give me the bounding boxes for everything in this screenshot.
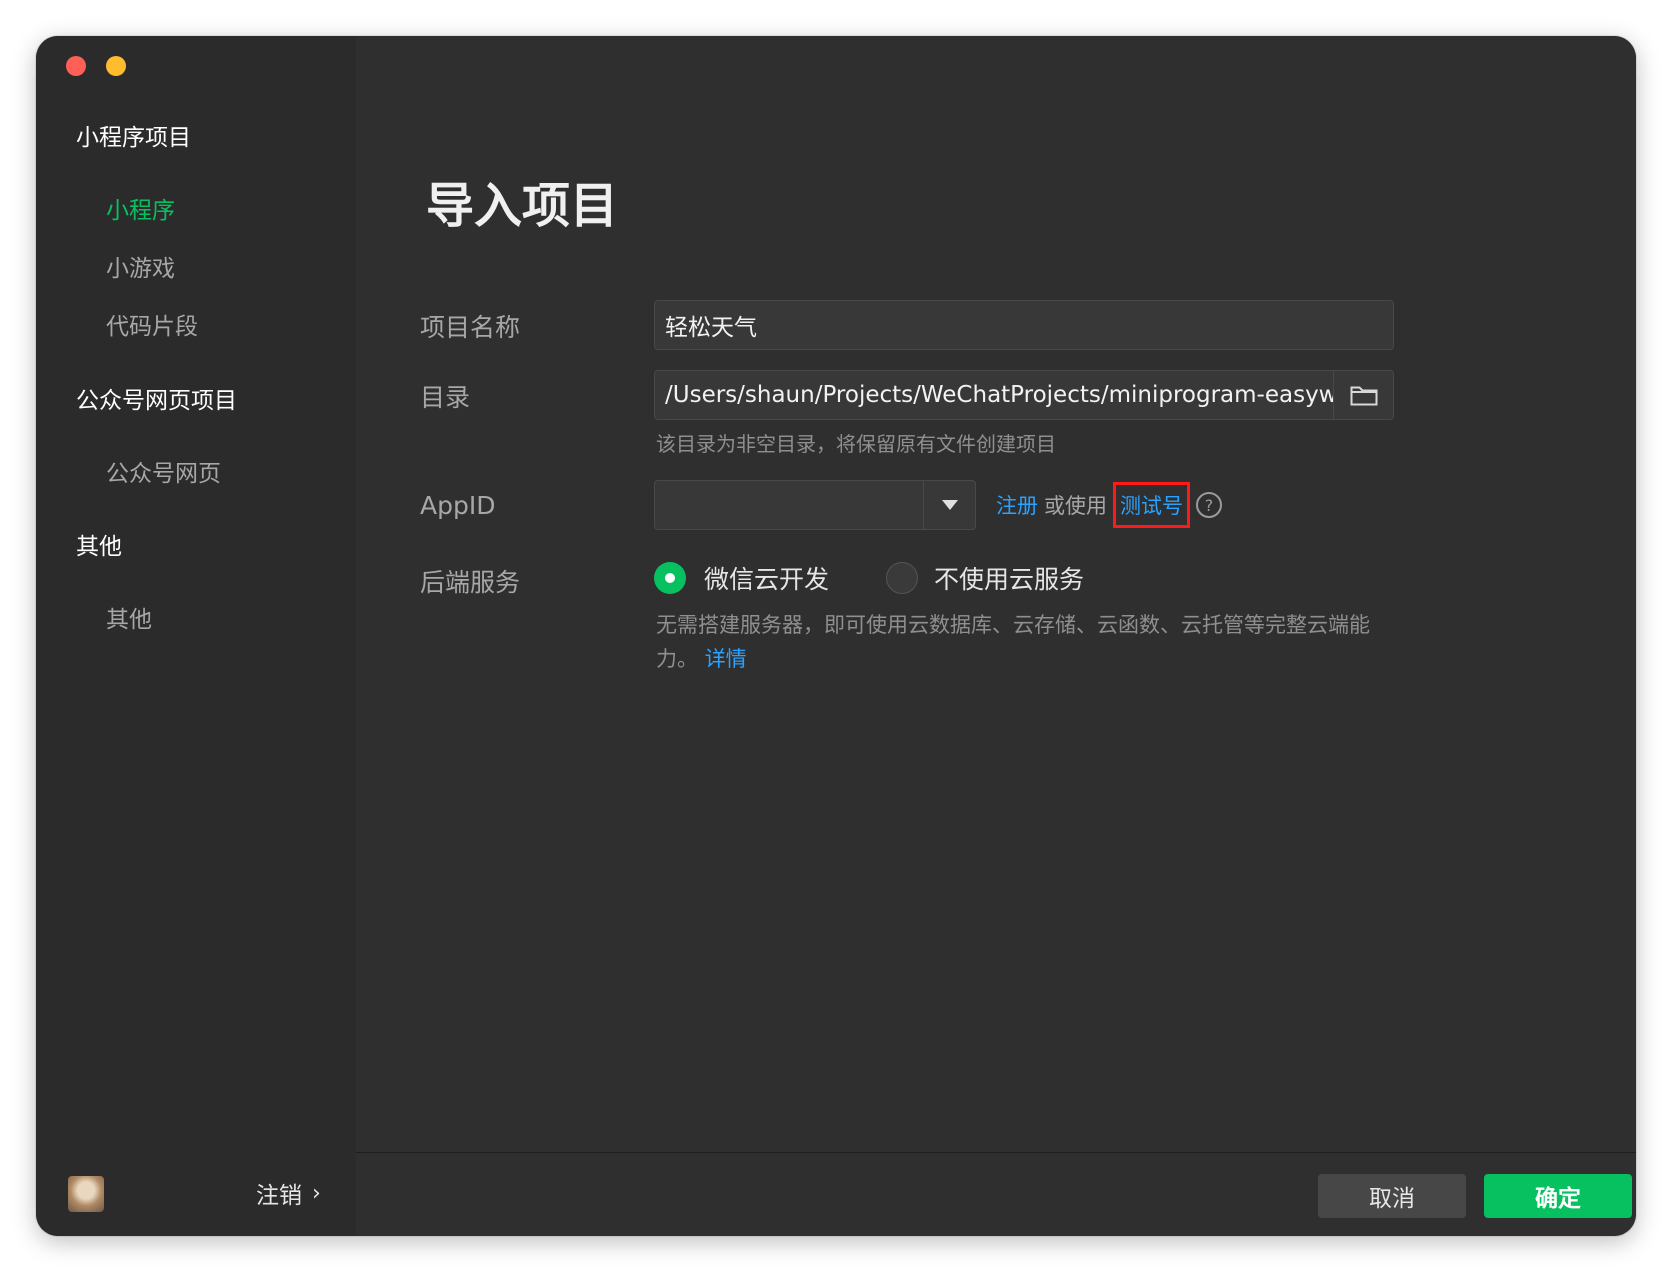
- backend-description: 无需搭建服务器，即可使用云数据库、云存储、云函数、云托管等完整云端能力。 详情: [656, 608, 1396, 676]
- directory-label: 目录: [420, 383, 471, 412]
- logout-button[interactable]: 注销 ›: [256, 1176, 321, 1210]
- radio-no-cloud-label[interactable]: 不使用云服务: [934, 560, 1084, 596]
- sidebar-group-official-account: 公众号网页项目: [76, 388, 237, 414]
- caret-down-icon: [941, 500, 958, 510]
- sidebar-item-code-snippet[interactable]: 代码片段: [106, 307, 198, 341]
- directory-value: /Users/shaun/Projects/WeChatProjects/min…: [665, 382, 1333, 408]
- project-name-input[interactable]: 轻松天气: [654, 300, 1394, 350]
- directory-hint: 该目录为非空目录，将保留原有文件创建项目: [656, 432, 1056, 456]
- test-account-link[interactable]: 测试号: [1120, 494, 1183, 518]
- appid-select[interactable]: [654, 480, 976, 530]
- question-circle-icon[interactable]: ?: [1196, 492, 1222, 518]
- project-name-value: 轻松天气: [665, 315, 757, 341]
- window-minimize-button[interactable]: [106, 56, 126, 76]
- sidebar-item-minigame[interactable]: 小游戏: [106, 249, 175, 283]
- footer-divider: [356, 1152, 1636, 1153]
- folder-icon[interactable]: [1333, 371, 1393, 419]
- directory-input[interactable]: /Users/shaun/Projects/WeChatProjects/min…: [654, 370, 1394, 420]
- project-name-label: 项目名称: [420, 313, 521, 342]
- avatar[interactable]: [68, 1176, 104, 1212]
- backend-label: 后端服务: [420, 568, 521, 597]
- sidebar-item-miniprogram[interactable]: 小程序: [106, 191, 175, 225]
- backend-description-text: 无需搭建服务器，即可使用云数据库、云存储、云函数、云托管等完整云端能力。: [656, 613, 1370, 671]
- appid-label: AppID: [420, 491, 496, 520]
- or-text: 或使用: [1044, 494, 1107, 518]
- confirm-button[interactable]: 确定: [1484, 1174, 1632, 1218]
- radio-wechat-cloud[interactable]: [654, 562, 686, 594]
- test-account-highlight: 测试号: [1113, 482, 1190, 528]
- register-link[interactable]: 注册: [996, 490, 1038, 520]
- dropdown-button[interactable]: [923, 481, 975, 529]
- logout-label: 注销: [256, 1183, 302, 1209]
- radio-no-cloud[interactable]: [886, 562, 918, 594]
- sidebar-group-miniprogram: 小程序项目: [76, 125, 191, 151]
- page-title: 导入项目: [426, 178, 619, 234]
- sidebar-item-official-web[interactable]: 公众号网页: [106, 454, 221, 488]
- cancel-button[interactable]: 取消: [1318, 1174, 1466, 1218]
- sidebar: 小程序项目 小程序 小游戏 代码片段 公众号网页项目 公众号网页 其他 其他 注…: [36, 36, 356, 1236]
- details-link[interactable]: 详情: [705, 647, 747, 671]
- radio-wechat-cloud-label[interactable]: 微信云开发: [704, 560, 829, 596]
- sidebar-item-other[interactable]: 其他: [106, 600, 152, 634]
- window-close-button[interactable]: [66, 56, 86, 76]
- chevron-right-icon: ›: [312, 1180, 321, 1206]
- appid-links: 注册 或使用 测试号 ?: [996, 482, 1222, 528]
- sidebar-group-other: 其他: [76, 534, 122, 560]
- main-panel: 导入项目 项目名称 轻松天气 目录 /Users/shaun/Projects/…: [356, 36, 1636, 1236]
- import-project-window: 小程序项目 小程序 小游戏 代码片段 公众号网页项目 公众号网页 其他 其他 注…: [36, 36, 1636, 1236]
